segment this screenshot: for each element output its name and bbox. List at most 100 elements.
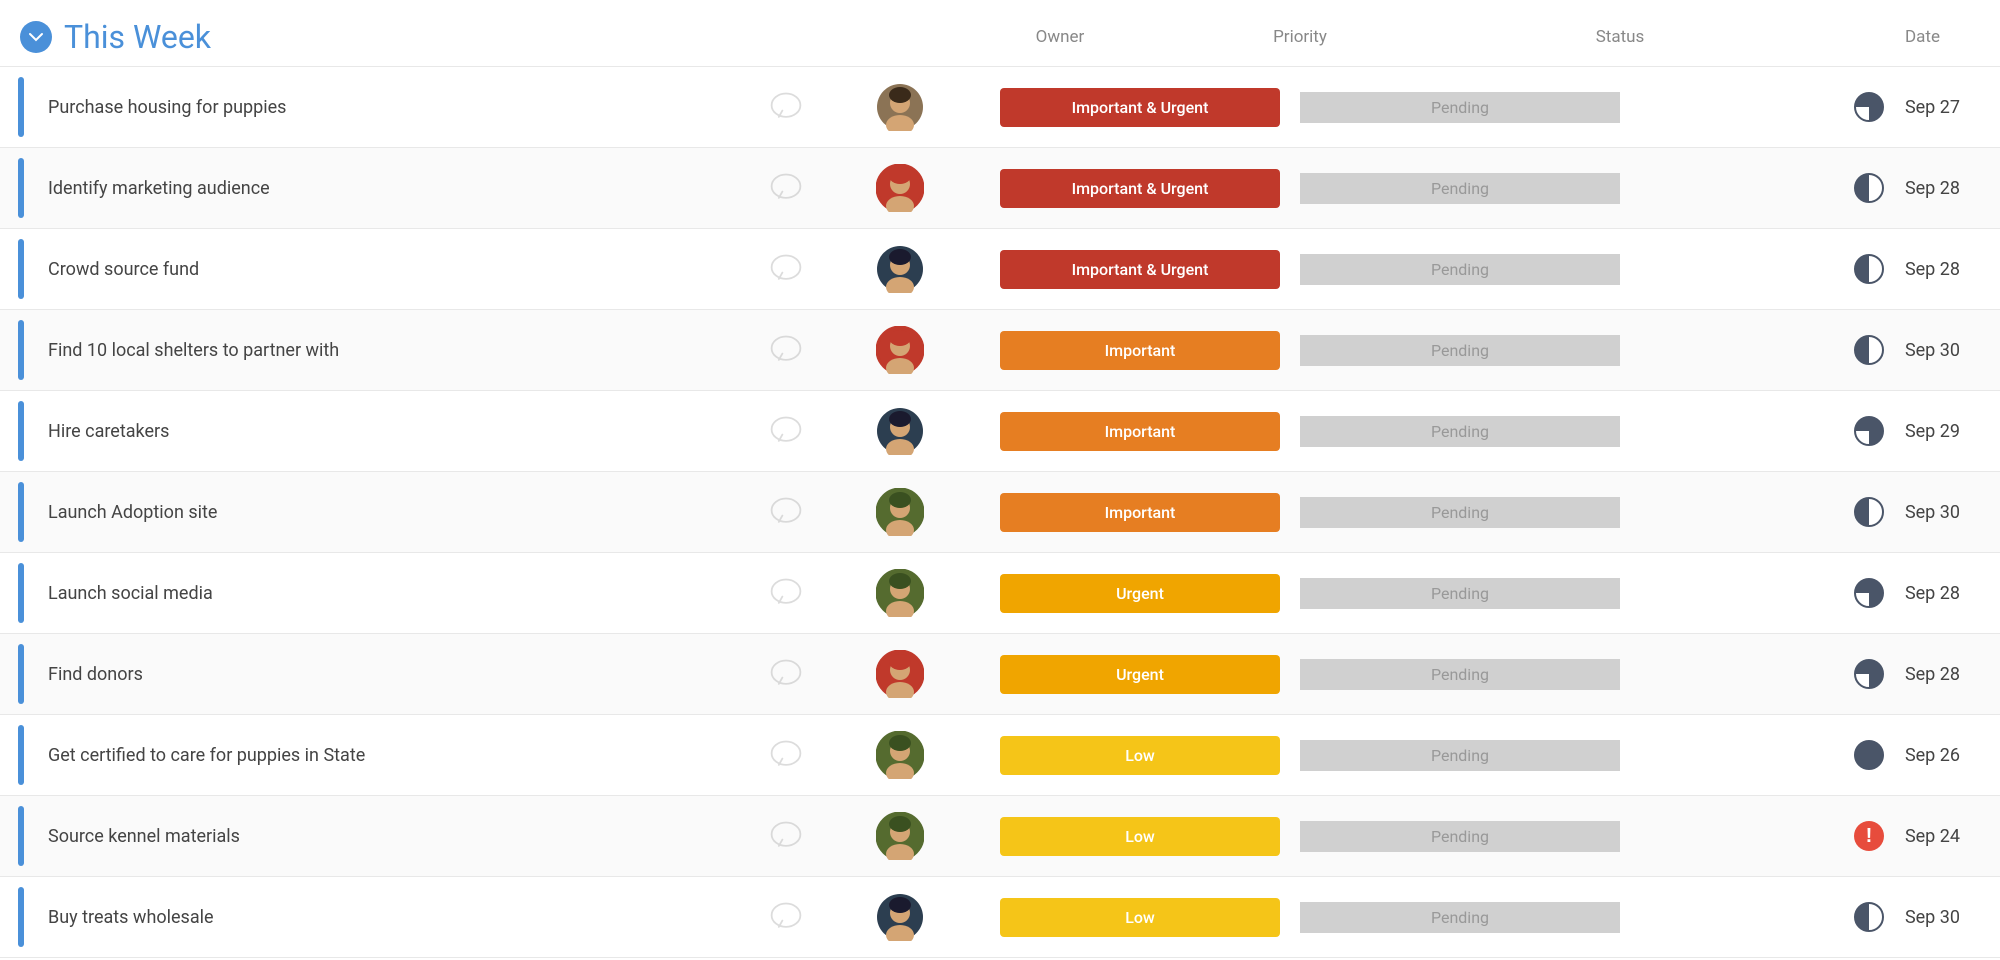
status-text: Pending [1431, 260, 1489, 279]
task-priority[interactable]: Important [980, 412, 1300, 451]
task-left-11: Buy treats wholesale [0, 877, 820, 957]
task-status: Pending [1300, 578, 1620, 609]
priority-badge[interactable]: Urgent [1000, 655, 1280, 694]
priority-badge[interactable]: Low [1000, 736, 1280, 775]
priority-badge[interactable]: Low [1000, 898, 1280, 937]
task-name: Launch social media [48, 583, 768, 604]
date-text: Sep 26 [1905, 745, 1960, 766]
task-date: Sep 28 [1620, 172, 2000, 204]
pie-icon [1853, 739, 1885, 771]
task-left-10: Source kennel materials [0, 796, 820, 876]
task-name: Crowd source fund [48, 259, 768, 280]
col-header-date: Date [1780, 27, 1980, 47]
row-indicator [18, 725, 24, 785]
priority-badge[interactable]: Important [1000, 493, 1280, 532]
task-date: ! Sep 24 [1620, 820, 2000, 852]
task-priority[interactable]: Important [980, 493, 1300, 532]
row-indicator [18, 158, 24, 218]
task-owner [820, 326, 980, 374]
task-date: Sep 26 [1620, 739, 2000, 771]
comment-icon[interactable] [768, 413, 804, 449]
table-row: Launch social media Urgent Pending Sep 2… [0, 553, 2000, 634]
priority-badge[interactable]: Low [1000, 817, 1280, 856]
task-priority[interactable]: Important & Urgent [980, 88, 1300, 127]
priority-badge[interactable]: Important & Urgent [1000, 169, 1280, 208]
task-list: Purchase housing for puppies Important &… [0, 67, 2000, 958]
status-text: Pending [1431, 665, 1489, 684]
table-row: Crowd source fund Important & Urgent Pen… [0, 229, 2000, 310]
task-name: Identify marketing audience [48, 178, 768, 199]
avatar [876, 569, 924, 617]
status-text: Pending [1431, 503, 1489, 522]
comment-icon[interactable] [768, 494, 804, 530]
comment-icon[interactable] [768, 818, 804, 854]
comment-icon[interactable] [768, 575, 804, 611]
task-left-3: Crowd source fund [0, 229, 820, 309]
priority-badge[interactable]: Important & Urgent [1000, 88, 1280, 127]
task-status: Pending [1300, 902, 1620, 933]
task-owner [820, 407, 980, 455]
avatar [876, 812, 924, 860]
date-text: Sep 30 [1905, 907, 1960, 928]
task-priority[interactable]: Low [980, 898, 1300, 937]
avatar [876, 245, 924, 293]
date-text: Sep 29 [1905, 421, 1960, 442]
table-row: Get certified to care for puppies in Sta… [0, 715, 2000, 796]
alert-icon: ! [1853, 820, 1885, 852]
task-date: Sep 30 [1620, 334, 2000, 366]
pie-icon [1853, 577, 1885, 609]
task-left-6: Launch Adoption site [0, 472, 820, 552]
status-text: Pending [1431, 908, 1489, 927]
col-header-owner: Owner [980, 27, 1140, 47]
task-priority[interactable]: Low [980, 817, 1300, 856]
task-priority[interactable]: Important & Urgent [980, 169, 1300, 208]
task-owner [820, 569, 980, 617]
row-indicator [18, 482, 24, 542]
row-indicator [18, 806, 24, 866]
table-row: Find 10 local shelters to partner with I… [0, 310, 2000, 391]
row-indicator [18, 644, 24, 704]
comment-icon[interactable] [768, 251, 804, 287]
task-left-2: Identify marketing audience [0, 148, 820, 228]
comment-icon[interactable] [768, 656, 804, 692]
row-indicator [18, 401, 24, 461]
task-owner [820, 164, 980, 212]
pie-icon [1853, 901, 1885, 933]
task-name: Find donors [48, 664, 768, 685]
priority-badge[interactable]: Important & Urgent [1000, 250, 1280, 289]
svg-text:!: ! [1866, 825, 1873, 847]
task-priority[interactable]: Urgent [980, 574, 1300, 613]
collapse-button[interactable] [20, 21, 52, 53]
priority-badge[interactable]: Important [1000, 331, 1280, 370]
task-name: Find 10 local shelters to partner with [48, 340, 768, 361]
task-priority[interactable]: Important & Urgent [980, 250, 1300, 289]
task-owner [820, 731, 980, 779]
pie-icon [1853, 91, 1885, 123]
task-status: Pending [1300, 254, 1620, 285]
pie-icon [1853, 253, 1885, 285]
row-indicator [18, 563, 24, 623]
status-text: Pending [1431, 179, 1489, 198]
task-priority[interactable]: Important [980, 331, 1300, 370]
task-name: Source kennel materials [48, 826, 768, 847]
task-status: Pending [1300, 173, 1620, 204]
task-status: Pending [1300, 659, 1620, 690]
comment-icon[interactable] [768, 737, 804, 773]
comment-icon[interactable] [768, 332, 804, 368]
priority-badge[interactable]: Urgent [1000, 574, 1280, 613]
comment-icon[interactable] [768, 89, 804, 125]
comment-icon[interactable] [768, 170, 804, 206]
task-owner [820, 83, 980, 131]
table-row: Hire caretakers Important Pending Sep 29 [0, 391, 2000, 472]
comment-icon[interactable] [768, 899, 804, 935]
task-name: Launch Adoption site [48, 502, 768, 523]
task-priority[interactable]: Urgent [980, 655, 1300, 694]
task-left-7: Launch social media [0, 553, 820, 633]
task-owner [820, 245, 980, 293]
avatar [876, 893, 924, 941]
priority-badge[interactable]: Important [1000, 412, 1280, 451]
task-date: Sep 28 [1620, 658, 2000, 690]
task-priority[interactable]: Low [980, 736, 1300, 775]
task-left-8: Find donors [0, 634, 820, 714]
status-text: Pending [1431, 746, 1489, 765]
